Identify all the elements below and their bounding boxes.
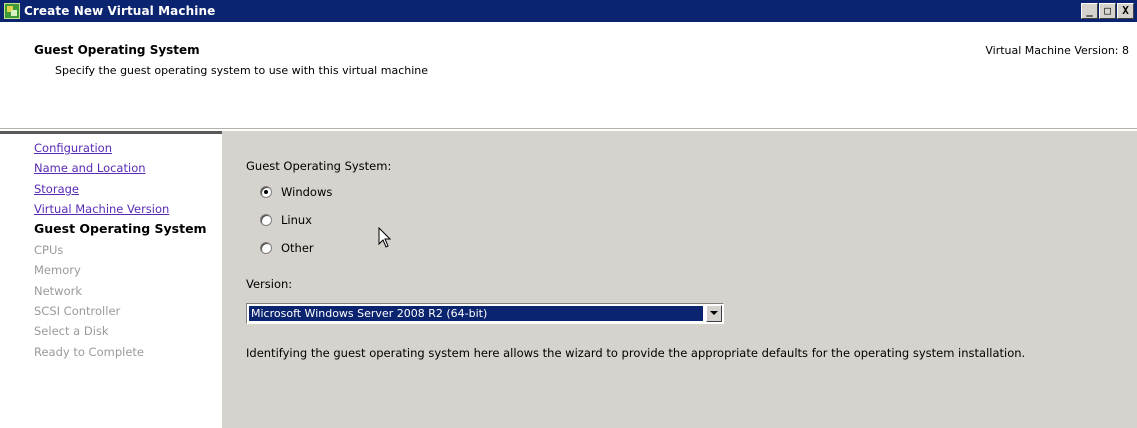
nav-top-rule bbox=[0, 131, 222, 134]
step-name-and-location[interactable]: Name and Location bbox=[34, 161, 146, 175]
radio-unselected-icon[interactable] bbox=[260, 214, 272, 226]
chevron-down-icon[interactable] bbox=[706, 305, 722, 322]
vsphere-app-icon bbox=[4, 3, 20, 19]
step-network: Network bbox=[34, 284, 83, 298]
step-select-a-disk: Select a Disk bbox=[34, 324, 109, 338]
step-configuration[interactable]: Configuration bbox=[34, 141, 112, 155]
close-button[interactable]: X bbox=[1117, 3, 1134, 19]
maximize-button[interactable]: □ bbox=[1099, 3, 1116, 19]
guest-os-label: Guest Operating System: bbox=[246, 159, 392, 173]
help-text: Identifying the guest operating system h… bbox=[246, 346, 1026, 360]
radio-other[interactable]: Other bbox=[260, 241, 314, 255]
step-scsi-controller: SCSI Controller bbox=[34, 304, 121, 318]
step-cpus: CPUs bbox=[34, 243, 64, 257]
window-title: Create New Virtual Machine bbox=[24, 4, 216, 18]
window-controls: _ □ X bbox=[1081, 3, 1134, 19]
step-storage[interactable]: Storage bbox=[34, 182, 79, 196]
step-ready-to-complete: Ready to Complete bbox=[34, 345, 144, 359]
page-subtitle: Specify the guest operating system to us… bbox=[55, 64, 429, 77]
wizard-header: Guest Operating System Specify the guest… bbox=[0, 22, 1137, 128]
version-dropdown-value: Microsoft Windows Server 2008 R2 (64-bit… bbox=[249, 306, 703, 321]
wizard-steps-nav: Configuration Name and Location Storage … bbox=[0, 131, 222, 428]
step-guest-operating-system: Guest Operating System bbox=[34, 221, 207, 236]
mouse-pointer-icon bbox=[378, 227, 392, 248]
wizard-content-panel: Guest Operating System: Windows Linux Ot… bbox=[222, 131, 1137, 428]
radio-linux[interactable]: Linux bbox=[260, 213, 312, 227]
version-dropdown[interactable]: Microsoft Windows Server 2008 R2 (64-bit… bbox=[246, 303, 724, 324]
radio-selected-icon[interactable] bbox=[260, 186, 272, 198]
minimize-button[interactable]: _ bbox=[1081, 3, 1098, 19]
radio-linux-label: Linux bbox=[281, 213, 312, 227]
step-memory: Memory bbox=[34, 263, 81, 277]
radio-windows[interactable]: Windows bbox=[260, 185, 332, 199]
version-label: Version: bbox=[246, 277, 293, 291]
step-virtual-machine-version[interactable]: Virtual Machine Version bbox=[34, 202, 169, 216]
page-title: Guest Operating System bbox=[34, 43, 200, 57]
header-divider bbox=[0, 128, 1137, 130]
radio-other-label: Other bbox=[281, 241, 314, 255]
title-bar: Create New Virtual Machine _ □ X bbox=[0, 0, 1137, 22]
radio-windows-label: Windows bbox=[281, 185, 333, 199]
vm-version-label: Virtual Machine Version: 8 bbox=[985, 44, 1129, 57]
radio-unselected-icon[interactable] bbox=[260, 242, 272, 254]
